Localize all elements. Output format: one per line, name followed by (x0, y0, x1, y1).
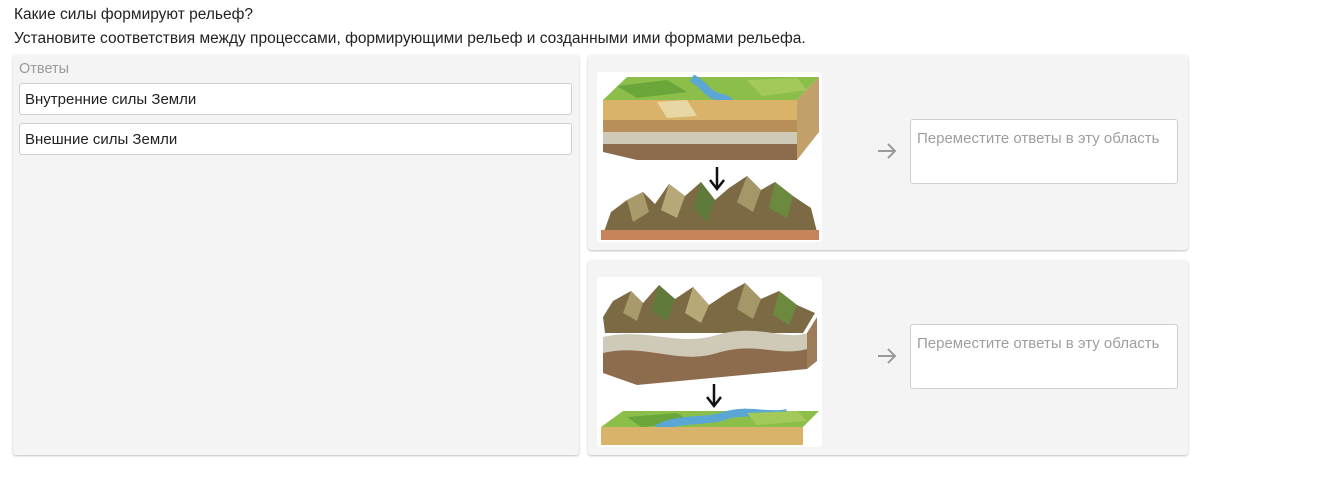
mountains-to-plain-diagram (597, 277, 822, 447)
question-block: Какие силы формируют рельеф? Установите … (14, 3, 806, 51)
drop-zone-2[interactable]: Переместите ответы в эту область (910, 324, 1178, 389)
arrow-right-icon (876, 345, 898, 367)
drop-zone-1[interactable]: Переместите ответы в эту область (910, 119, 1178, 184)
answers-title: Ответы (19, 61, 70, 77)
match-row-1: Переместите ответы в эту область (588, 55, 1188, 250)
mountains-to-plain-image (601, 283, 819, 445)
question-instruction: Установите соответствия между процессами… (14, 30, 806, 47)
question-title: Какие силы формируют рельеф? (14, 6, 253, 23)
match-row-2: Переместите ответы в эту область (588, 260, 1188, 455)
arrow-right-icon (876, 140, 898, 162)
plain-to-mountains-image (601, 74, 819, 240)
answer-item-external-forces[interactable]: Внешние силы Земли (19, 123, 572, 155)
answer-item-internal-forces[interactable]: Внутренние силы Земли (19, 83, 572, 115)
answers-panel: Ответы Внутренние силы Земли Внешние сил… (13, 55, 579, 455)
plain-to-mountains-diagram (597, 72, 822, 242)
